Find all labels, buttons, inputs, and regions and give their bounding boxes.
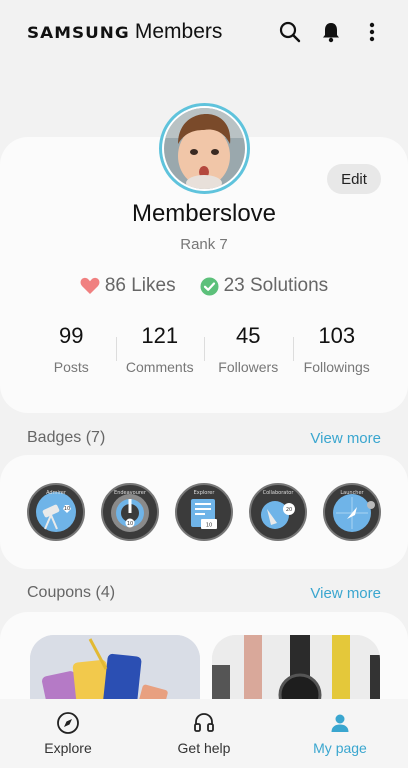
stat-value: 45 — [236, 323, 261, 348]
top-bar: SAMSUNG Members — [0, 0, 408, 64]
badges-title: Badges (7) — [27, 429, 106, 446]
stat-posts[interactable]: 99 Posts — [27, 323, 116, 379]
badge-level: 10 — [127, 521, 133, 527]
badge-name: Endeavourer — [114, 490, 147, 496]
badge-level: 20 — [286, 507, 292, 513]
stat-followers[interactable]: 45 Followers — [204, 323, 293, 379]
nav-label: Explore — [44, 740, 92, 756]
badge-admirer[interactable]: 10 Admirer — [27, 483, 85, 541]
compass-icon — [57, 712, 79, 734]
bell-icon[interactable] — [319, 20, 343, 44]
stat-value: 121 — [141, 323, 179, 348]
edit-profile-button[interactable]: Edit — [327, 164, 381, 194]
likes-count[interactable]: 86 Likes — [80, 275, 176, 297]
search-icon[interactable] — [278, 20, 302, 44]
solutions-label: 23 Solutions — [223, 275, 329, 296]
badge-level: 10 — [64, 506, 70, 512]
badges-view-more-link[interactable]: View more — [310, 430, 381, 447]
bottom-nav: Explore Get help My page — [0, 699, 408, 768]
badge-launcher[interactable]: Launcher — [323, 483, 381, 541]
badge-name: Explorer — [194, 490, 216, 496]
stat-label: Comments — [125, 359, 194, 375]
heart-icon — [80, 277, 100, 294]
stat-value: 99 — [59, 323, 84, 348]
coupons-header: Coupons (4) View more — [27, 584, 381, 602]
badge-explorer[interactable]: 10 Explorer — [175, 483, 233, 541]
more-vertical-icon[interactable] — [360, 20, 384, 44]
app-logo: SAMSUNG Members — [27, 20, 222, 44]
solutions-count[interactable]: 23 Solutions — [200, 275, 329, 297]
badges-header: Badges (7) View more — [27, 429, 381, 447]
profile-stats: 99 Posts 121 Comments 45 Followers 103 F… — [27, 323, 381, 379]
badge-name: Collaborator — [263, 490, 295, 496]
likes-label: 86 Likes — [104, 275, 176, 296]
badges-list: 10 Admirer 10 Endeavourer 10 Explorer 20… — [27, 483, 381, 541]
avatar-photo — [164, 108, 245, 189]
badge-level: 10 — [206, 523, 212, 529]
nav-explore[interactable]: Explore — [0, 699, 136, 768]
person-icon — [331, 714, 349, 732]
coupons-view-more-link[interactable]: View more — [310, 585, 381, 602]
stat-followings[interactable]: 103 Followings — [292, 323, 382, 379]
nav-get-help[interactable]: Get help — [136, 699, 272, 768]
avatar[interactable] — [159, 103, 250, 194]
stat-label: Followings — [303, 359, 370, 375]
reputation-row: 86 Likes 23 Solutions — [0, 275, 408, 297]
username: Memberslove — [131, 200, 277, 227]
badge-name: Admirer — [46, 490, 67, 496]
check-circle-icon — [200, 277, 219, 295]
badge-collaborator[interactable]: 20 Collaborator — [249, 483, 307, 541]
coupons-title: Coupons (4) — [27, 584, 116, 601]
stat-label: Posts — [53, 359, 89, 375]
stat-comments[interactable]: 121 Comments — [115, 323, 205, 379]
nav-label: My page — [313, 740, 367, 756]
brand-samsung: SAMSUNG — [27, 23, 130, 42]
stat-value: 103 — [318, 323, 356, 348]
badges-card: 10 Admirer 10 Endeavourer 10 Explorer 20… — [0, 455, 408, 569]
rank-label: Rank 7 — [180, 236, 228, 253]
headset-icon — [194, 713, 214, 732]
badge-endeavourer[interactable]: 10 Endeavourer — [101, 483, 159, 541]
badge-name: Launcher — [340, 490, 364, 496]
nav-label: Get help — [177, 740, 231, 756]
stat-label: Followers — [218, 359, 279, 375]
nav-my-page[interactable]: My page — [272, 699, 408, 768]
brand-members: Members — [134, 20, 223, 43]
